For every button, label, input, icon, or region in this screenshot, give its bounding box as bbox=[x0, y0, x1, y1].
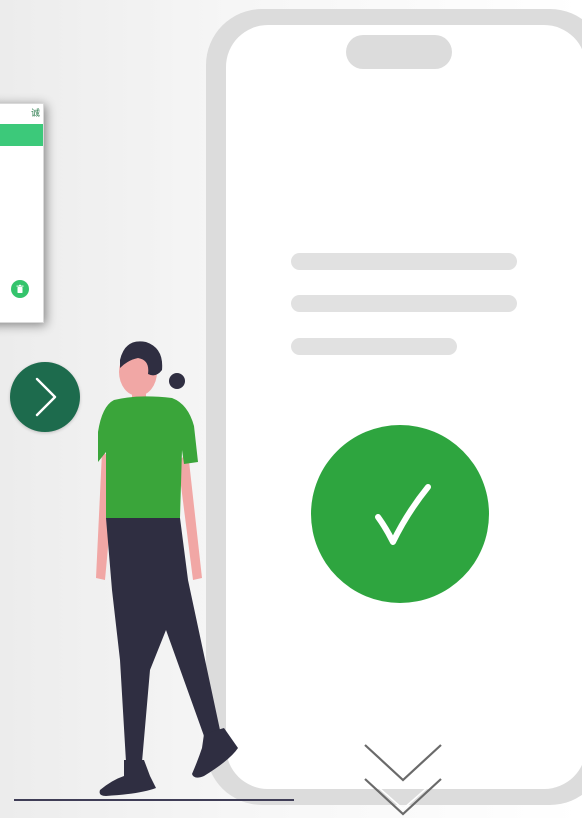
preview-card-header-text: 诚 bbox=[30, 109, 40, 119]
chevron-right-icon bbox=[35, 377, 57, 417]
next-button[interactable] bbox=[10, 362, 80, 432]
placeholder-line-1 bbox=[291, 253, 517, 270]
success-badge bbox=[311, 425, 489, 603]
trash-icon[interactable] bbox=[11, 280, 29, 298]
preview-card: 诚 bbox=[0, 103, 44, 323]
placeholder-line-2 bbox=[291, 295, 517, 312]
double-chevron-down-icon[interactable] bbox=[362, 742, 444, 818]
person-illustration bbox=[96, 341, 238, 796]
phone-mockup bbox=[206, 9, 582, 805]
preview-card-green-bar bbox=[0, 124, 43, 146]
placeholder-line-3 bbox=[291, 338, 457, 355]
phone-notch bbox=[346, 35, 452, 69]
checkmark-icon bbox=[375, 484, 431, 545]
ground-line bbox=[14, 799, 294, 801]
preview-card-header: 诚 bbox=[0, 104, 43, 122]
phone-screen bbox=[226, 25, 582, 789]
